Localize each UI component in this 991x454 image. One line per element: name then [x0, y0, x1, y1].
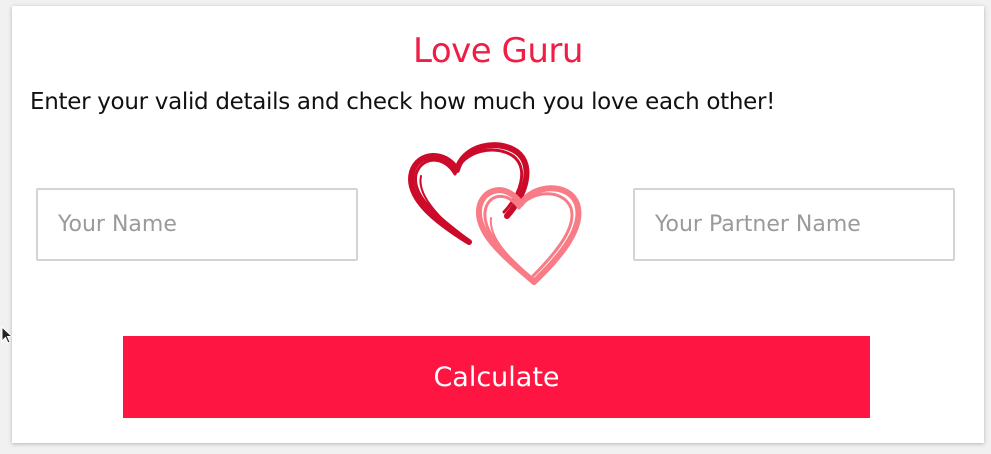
two-interlocked-hearts-icon: [397, 138, 597, 288]
calculate-button[interactable]: Calculate: [123, 336, 870, 418]
your-name-input[interactable]: [36, 188, 358, 261]
light-heart-shape: [475, 185, 582, 285]
love-calculator-card: Love Guru Enter your valid details and c…: [12, 6, 984, 443]
partner-name-input[interactable]: [633, 188, 955, 261]
page-subtitle: Enter your valid details and check how m…: [30, 89, 776, 115]
page-title: Love Guru: [413, 31, 583, 71]
